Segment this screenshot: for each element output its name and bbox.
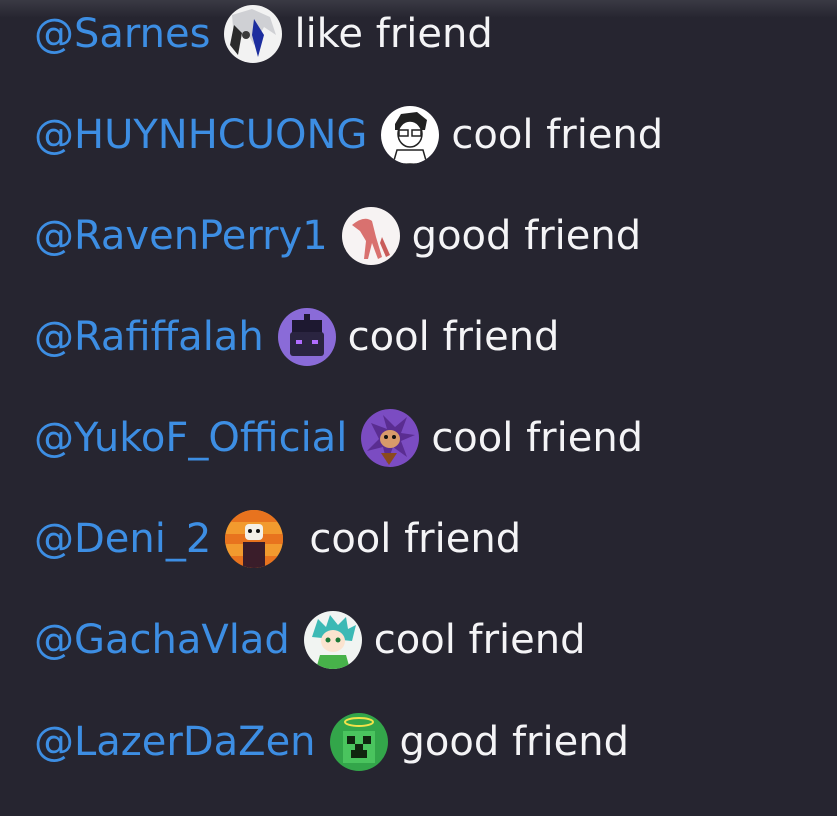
mention-link[interactable]: @RavenPerry1: [34, 213, 328, 259]
gacha-character-avatar-icon[interactable]: [303, 611, 362, 669]
friend-row-rafiffalah: @Rafiffalah cool friend: [34, 307, 559, 367]
sketch-boy-avatar-icon[interactable]: [381, 106, 440, 164]
friend-row-deni-2: @Deni_2 cool friend: [34, 509, 521, 569]
friend-label: cool friend: [309, 516, 522, 562]
mention-link[interactable]: @LazerDaZen: [34, 719, 316, 765]
red-creature-avatar-icon[interactable]: [341, 207, 400, 265]
friend-row-yukof-official: @YukoF_Official cool friend: [34, 408, 643, 468]
friend-label: like friend: [294, 11, 493, 57]
comment-body: @Sarnes like friend @HUYNHCUONG cool fri…: [0, 0, 837, 816]
friend-label: good friend: [411, 213, 642, 259]
mention-link[interactable]: @Rafiffalah: [34, 314, 264, 360]
mention-link[interactable]: @GachaVlad: [34, 617, 290, 663]
anime-avatar-white-hair-icon[interactable]: [224, 5, 283, 63]
friend-row-lazerdazen: @LazerDaZen good friend: [34, 712, 629, 772]
mention-link[interactable]: @HUYNHCUONG: [34, 112, 367, 158]
friend-label: cool friend: [347, 314, 560, 360]
cartoon-character-avatar-icon[interactable]: [225, 510, 284, 568]
friend-label: cool friend: [373, 617, 586, 663]
creeper-avatar-icon[interactable]: [329, 713, 388, 771]
friend-label: cool friend: [431, 415, 644, 461]
purple-hedgehog-avatar-icon[interactable]: [361, 409, 420, 467]
friend-label: good friend: [399, 719, 629, 765]
friend-row-gachavlad: @GachaVlad cool friend: [34, 610, 586, 670]
mention-link[interactable]: @Deni_2: [34, 516, 211, 562]
robot-avatar-icon[interactable]: [277, 308, 336, 366]
friend-row-ravenperry1: @RavenPerry1 good friend: [34, 206, 641, 266]
friend-row-sarnes: @Sarnes like friend: [34, 4, 493, 64]
mention-link[interactable]: @YukoF_Official: [34, 415, 347, 461]
mention-link[interactable]: @Sarnes: [34, 11, 210, 57]
friend-label: cool friend: [451, 112, 664, 158]
friend-row-huynhcuong: @HUYNHCUONG cool friend: [34, 105, 663, 165]
